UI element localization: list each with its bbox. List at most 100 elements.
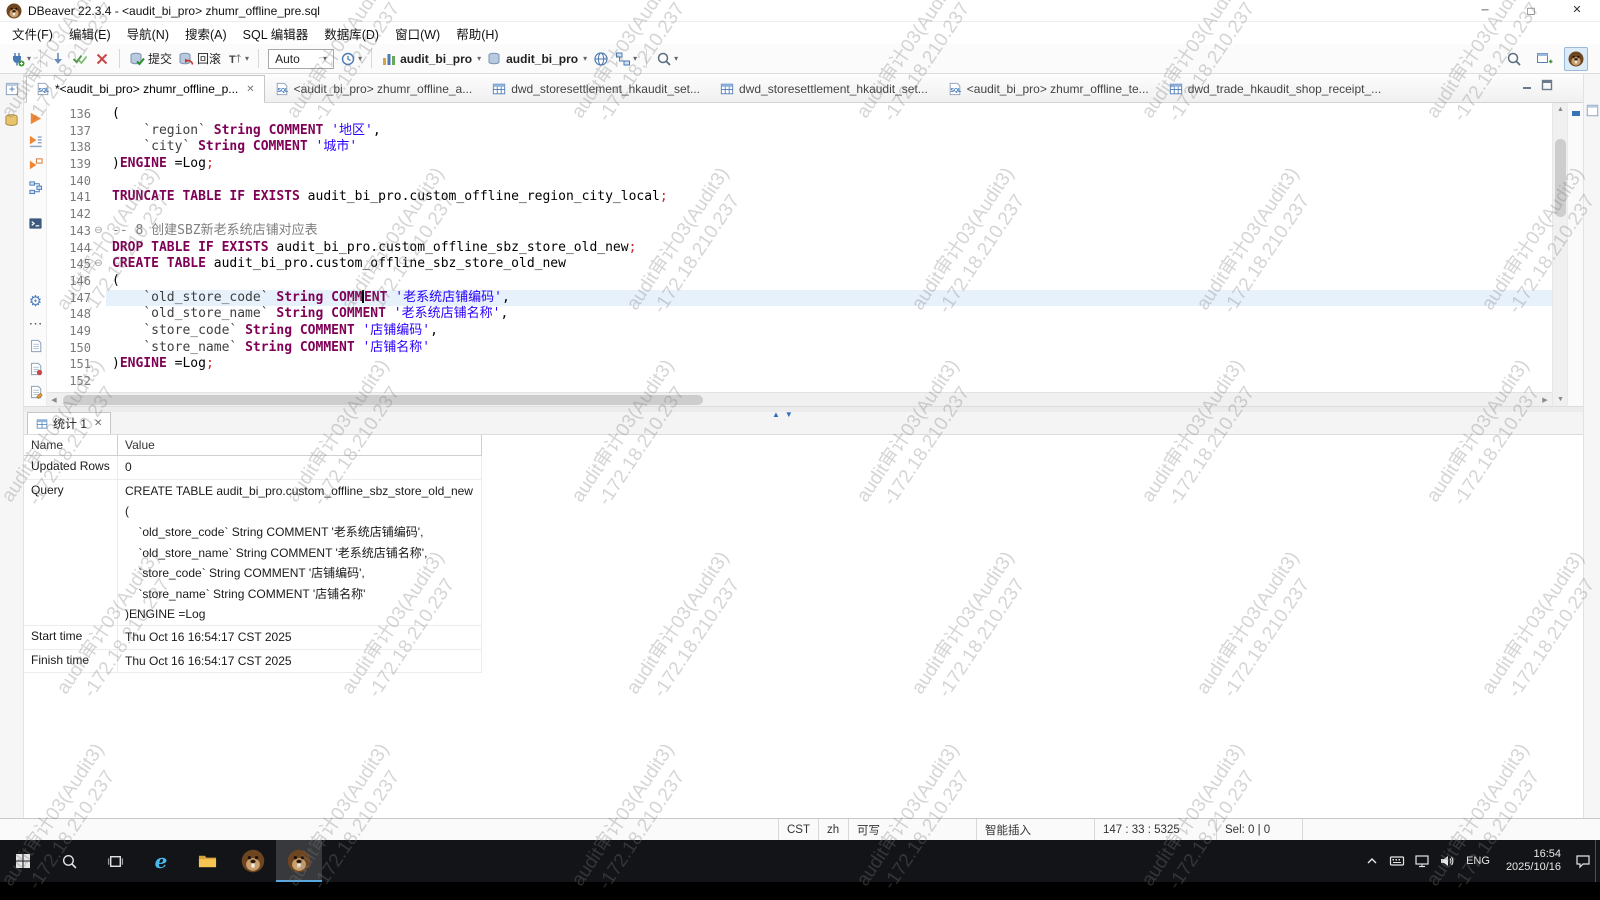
panel-down-arrow-button[interactable]: ▼ [785,404,793,422]
language-indicator[interactable]: ENG [1459,855,1497,867]
editor-tab[interactable]: SQL<audit_bi_pro> zhumr_offline_te... [938,76,1159,102]
row-name-cell[interactable]: Finish time [24,650,118,673]
menu-item[interactable]: 帮助(H) [448,22,506,45]
menu-item[interactable]: 文件(F) [4,22,61,45]
code-line-text[interactable]: TRUNCATE TABLE IF EXISTS audit_bi_pro.cu… [106,189,1552,206]
scroll-up-arrow-icon[interactable]: ▲ [1553,103,1568,116]
minimized-panel-button[interactable] [1586,104,1599,122]
autocommit-combo[interactable]: Auto▾ [268,49,334,69]
volume-button[interactable] [1434,840,1459,882]
more-actions-button[interactable]: ⋯ [27,314,44,331]
code-line-text[interactable]: DROP TABLE IF EXISTS audit_bi_pro.custom… [106,240,1552,257]
code-line-text[interactable]: ( [106,106,1552,123]
execute-script-button[interactable] [27,133,44,150]
horizontal-scrollbar[interactable]: ◀ ▶ [47,392,1552,406]
network-button[interactable] [1409,840,1434,882]
menu-item[interactable]: 编辑(E) [61,22,119,45]
chevron-up-button[interactable] [1359,840,1384,882]
vertical-scroll-thumb[interactable] [1555,139,1566,217]
status-cursor-position[interactable]: 147 : 33 : 5325 [1094,819,1216,840]
taskbar-start-button[interactable] [0,840,46,882]
sql-console-button[interactable] [27,215,44,232]
window-minimize-button[interactable]: ─ [1462,0,1508,21]
ruler-position-marker[interactable] [1572,111,1580,116]
code-line-text[interactable] [106,206,1552,223]
panel-splitter[interactable]: ▲▼ [24,406,1583,412]
row-value-cell[interactable]: 0 [118,456,482,479]
code-line-text[interactable]: -- 8 创建SBZ新老系统店铺对应表 [106,223,1552,240]
code-line-text[interactable]: CREATE TABLE audit_bi_pro.custom_offline… [106,256,1552,273]
code-line-text[interactable]: `store_code` String COMMENT '店铺编码', [106,323,1552,340]
editor-tab[interactable]: SQL<audit_bi_pro> zhumr_offline_a... [265,76,483,102]
save-file-button[interactable] [27,360,44,377]
scroll-right-arrow-icon[interactable]: ▶ [1538,393,1552,407]
fold-marker-icon[interactable]: ⊖ [91,256,106,273]
code-line-text[interactable] [106,173,1552,190]
row-value-cell[interactable]: Thu Oct 16 16:54:17 CST 2025 [118,626,482,649]
execute-statement-button[interactable] [27,110,44,127]
taskbar-dbeaver-button[interactable] [276,840,322,882]
minimize-view-button[interactable] [1521,78,1533,96]
transaction-mode-icon[interactable]: T▾ [224,47,252,71]
dbeaver-perspective-button[interactable] [1564,47,1588,71]
connection-selector[interactable]: audit_bi_pro▾ [378,47,484,71]
restore-panel-button[interactable] [5,82,19,101]
editor-tab[interactable]: dwd_trade_hkaudit_shop_receipt_... [1159,76,1391,102]
taskbar-task-view-button[interactable] [92,840,138,882]
search-button[interactable] [1503,47,1525,71]
window-maximize-button[interactable]: □ [1508,0,1554,21]
taskbar-ie-button[interactable]: e [138,840,184,882]
search-icon[interactable]: ▾ [653,47,681,71]
panel-up-arrow-button[interactable]: ▲ [772,404,780,422]
rename-file-button[interactable] [27,383,44,400]
code-line-text[interactable] [106,373,1552,390]
code-line-text[interactable]: `store_name` String COMMENT '店铺名称' [106,340,1552,357]
commit-button[interactable]: 提交 [126,47,175,71]
column-header-value[interactable]: Value [118,435,482,455]
taskbar-clock[interactable]: 16:542025/10/16 [1497,848,1570,874]
row-name-cell[interactable]: Updated Rows [24,456,118,479]
scroll-left-arrow-icon[interactable]: ◀ [47,393,61,407]
explain-plan-button[interactable] [27,179,44,196]
open-perspective-button[interactable] [1533,47,1556,71]
sql-code-editor[interactable]: 136(137 `region` String COMMENT '地区',138… [47,103,1552,392]
code-line-text[interactable]: ( [106,273,1552,290]
maximize-view-button[interactable] [1541,78,1553,96]
results-tab-statistics[interactable]: 统计 1✕ [27,412,111,434]
code-line-text[interactable]: )ENGINE =Log; [106,356,1552,373]
code-line-text[interactable]: `region` String COMMENT '地区', [106,123,1552,140]
code-line-text[interactable]: `city` String COMMENT '城市' [106,139,1552,156]
fetch-arrow-icon[interactable] [47,47,69,71]
column-header-name[interactable]: Name [24,435,118,455]
menu-item[interactable]: 窗口(W) [387,22,448,45]
menu-item[interactable]: 数据库(D) [316,22,387,45]
menu-item[interactable]: 搜索(A) [177,22,235,45]
execute-new-tab-button[interactable] [27,156,44,173]
taskbar-file-explorer-button[interactable] [184,840,230,882]
editor-tab[interactable]: SQL*<audit_bi_pro> zhumr_offline_p...✕ [26,75,265,103]
row-value-cell[interactable]: CREATE TABLE audit_bi_pro.custom_offline… [118,480,482,626]
code-line-text[interactable]: `old_store_code` String COMMENT '老系统店铺编码… [106,290,1552,307]
vertical-scrollbar[interactable]: ▲ ▼ [1552,103,1567,406]
rollback-button[interactable]: 回滚 [175,47,224,71]
er-diagram-icon[interactable]: ▾ [612,47,640,71]
schema-selector[interactable]: audit_bi_pro▾ [484,47,590,71]
script-doc-button[interactable] [27,337,44,354]
settings-gear-button[interactable]: ⚙ [27,293,44,310]
code-line-text[interactable]: `old_store_name` String COMMENT '老系统店铺名称… [106,306,1552,323]
close-icon[interactable]: ✕ [94,418,102,429]
menu-item[interactable]: SQL 编辑器 [235,22,317,45]
editor-tab[interactable]: dwd_storesettlement_hkaudit_set... [482,76,710,102]
action-center-button[interactable] [1570,840,1595,882]
commit-check-icon[interactable] [69,47,91,71]
globe-icon[interactable] [590,47,612,71]
taskbar-dbeaver-button[interactable] [230,840,276,882]
row-value-cell[interactable]: Thu Oct 16 16:54:17 CST 2025 [118,650,482,673]
status-insert-mode[interactable]: 智能插入 [976,819,1094,840]
scroll-down-arrow-icon[interactable]: ▼ [1553,393,1568,406]
row-name-cell[interactable]: Start time [24,626,118,649]
tab-close-icon[interactable]: ✕ [246,84,254,95]
new-connection-icon[interactable]: ▾ [6,47,34,71]
row-name-cell[interactable]: Query [24,480,118,626]
code-line-text[interactable]: )ENGINE =Log; [106,156,1552,173]
